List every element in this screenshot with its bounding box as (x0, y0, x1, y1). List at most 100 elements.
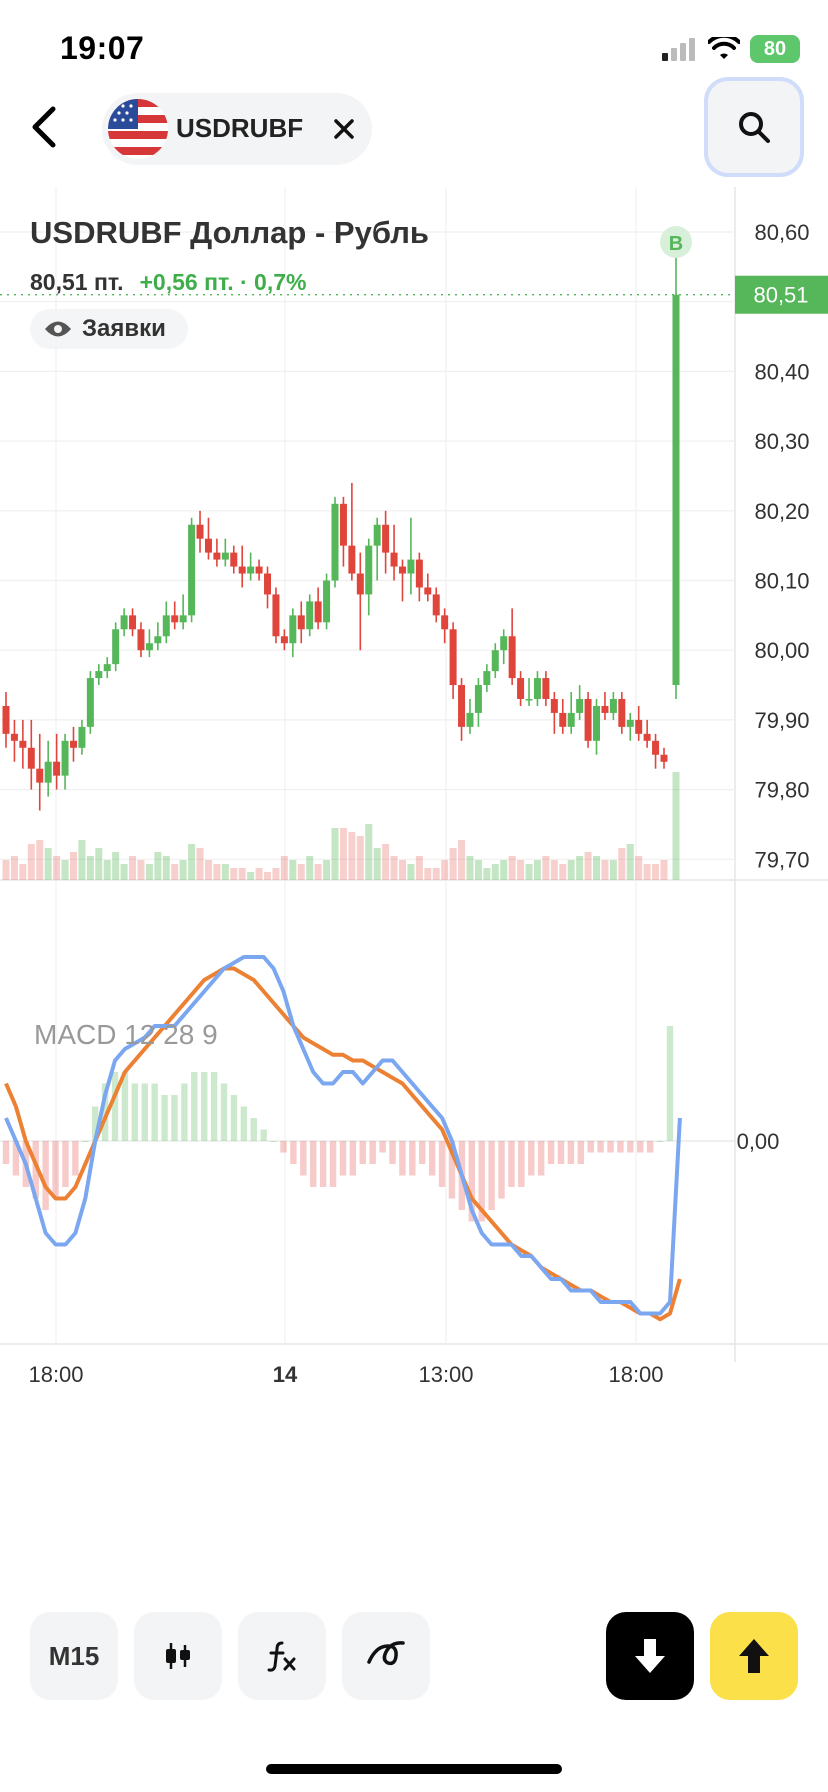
candle-body (398, 566, 406, 574)
battery-level: 80 (763, 37, 787, 60)
volume-bar (78, 840, 86, 880)
back-button[interactable] (14, 97, 74, 157)
candlestick-icon (166, 1643, 190, 1669)
candle-body (137, 629, 145, 651)
candle-body (120, 615, 128, 630)
macd-pane: 0,00 (2, 955, 780, 1322)
volume-bar (483, 868, 491, 880)
volume-bar (179, 860, 187, 880)
macd-histogram-bar (587, 1141, 594, 1153)
macd-indicator-label[interactable]: MACD 12 28 9 (34, 1019, 218, 1051)
macd-histogram-bar (627, 1141, 634, 1153)
chart-type-button[interactable] (134, 1612, 222, 1700)
volume-bar (137, 860, 145, 880)
candle-body (238, 566, 246, 574)
candle-body (491, 650, 499, 672)
volume-bar (365, 824, 373, 880)
header: USDRUBF (0, 75, 828, 185)
price-summary: 80,51 пт. +0,56 пт. · 0,7% (30, 269, 306, 296)
volume-bar (382, 844, 390, 880)
candle-body (314, 601, 322, 623)
volume-bar (567, 860, 575, 880)
volume-bar (196, 848, 204, 880)
volume-bar (500, 860, 508, 880)
macd-histogram-bar (290, 1141, 297, 1164)
candle-body (255, 566, 263, 574)
volume-bar (525, 864, 533, 880)
ticker-label: USDRUBF (176, 113, 304, 143)
arrow-up-icon (739, 1639, 769, 1673)
macd-histogram-bar (577, 1141, 585, 1164)
macd-histogram-bar (280, 1141, 287, 1153)
candle-body (517, 678, 525, 699)
arrow-down-icon (635, 1639, 665, 1673)
macd-histogram-bar (62, 1141, 69, 1187)
candle-body (458, 685, 466, 727)
candle-body (525, 698, 533, 701)
candle-body (188, 524, 196, 616)
volume-bar (398, 860, 406, 880)
volume-bar (626, 844, 634, 880)
volume-bar (339, 828, 347, 880)
volume-bar (129, 856, 137, 880)
candle-body (432, 594, 440, 616)
volume-bar (672, 772, 680, 880)
volume-bar (407, 864, 415, 880)
price-tick-label: 80,00 (754, 638, 809, 663)
candle-body (221, 552, 229, 560)
candle-body (449, 629, 457, 686)
close-ticker-button[interactable] (322, 107, 366, 151)
macd-zero-tick: 0,00 (737, 1129, 780, 1154)
volume-bar (466, 856, 474, 880)
macd-histogram-bar (488, 1141, 495, 1210)
candle-body (19, 740, 27, 748)
candle-body (196, 524, 204, 539)
macd-histogram-bar (250, 1118, 257, 1141)
candle-body (500, 636, 508, 651)
candle-body (365, 545, 373, 595)
ticker-chip[interactable]: USDRUBF (102, 93, 372, 165)
buy-button[interactable] (710, 1612, 798, 1700)
volume-bar (112, 852, 120, 880)
candle-body (567, 712, 575, 727)
volume-bar (69, 852, 77, 880)
drawing-tools-button[interactable] (342, 1612, 430, 1700)
volume-bar (2, 860, 10, 880)
volume-bar (618, 848, 626, 880)
candle-body (508, 636, 516, 679)
timeframe-button[interactable]: M15 (30, 1612, 118, 1700)
chart-area[interactable]: 80,51 B 80,60 80,40 80,30 80,20 80,10 80,00 79,9… (0, 187, 828, 1587)
chart-grid (0, 187, 828, 1362)
orders-button[interactable]: Заявки (30, 309, 188, 349)
macd-histogram-bar (191, 1072, 198, 1141)
sell-button[interactable] (606, 1612, 694, 1700)
candle-body (626, 719, 634, 727)
volume-bar (145, 864, 153, 880)
macd-histogram-bar (567, 1141, 575, 1164)
indicators-button[interactable] (238, 1612, 326, 1700)
volume-bar (120, 864, 128, 880)
candle-body (550, 698, 558, 713)
macd-histogram-bar (369, 1141, 376, 1164)
eye-icon (45, 321, 71, 337)
function-icon (267, 1641, 296, 1672)
search-button[interactable] (704, 77, 804, 177)
candle-body (424, 587, 432, 595)
candle-body (390, 552, 398, 567)
volume-bar (609, 860, 617, 880)
price-chart[interactable]: 80,51 B 80,60 80,40 80,30 80,20 80,10 80,00 79,9… (0, 187, 828, 1587)
candle-body (129, 615, 137, 630)
candle-body (584, 698, 592, 741)
volume-bar (280, 856, 288, 880)
macd-histogram-bar (508, 1141, 515, 1187)
macd-histogram-bar (637, 1141, 644, 1153)
volume-bar (593, 856, 601, 880)
volume-bar (432, 868, 440, 880)
macd-histogram-bar (557, 1141, 565, 1164)
candle-body (356, 573, 364, 595)
candle-body (171, 615, 179, 623)
candle-body (61, 740, 69, 776)
candle-body (483, 671, 491, 686)
volume-bar (36, 840, 44, 880)
drawing-curve-icon (367, 1641, 405, 1666)
